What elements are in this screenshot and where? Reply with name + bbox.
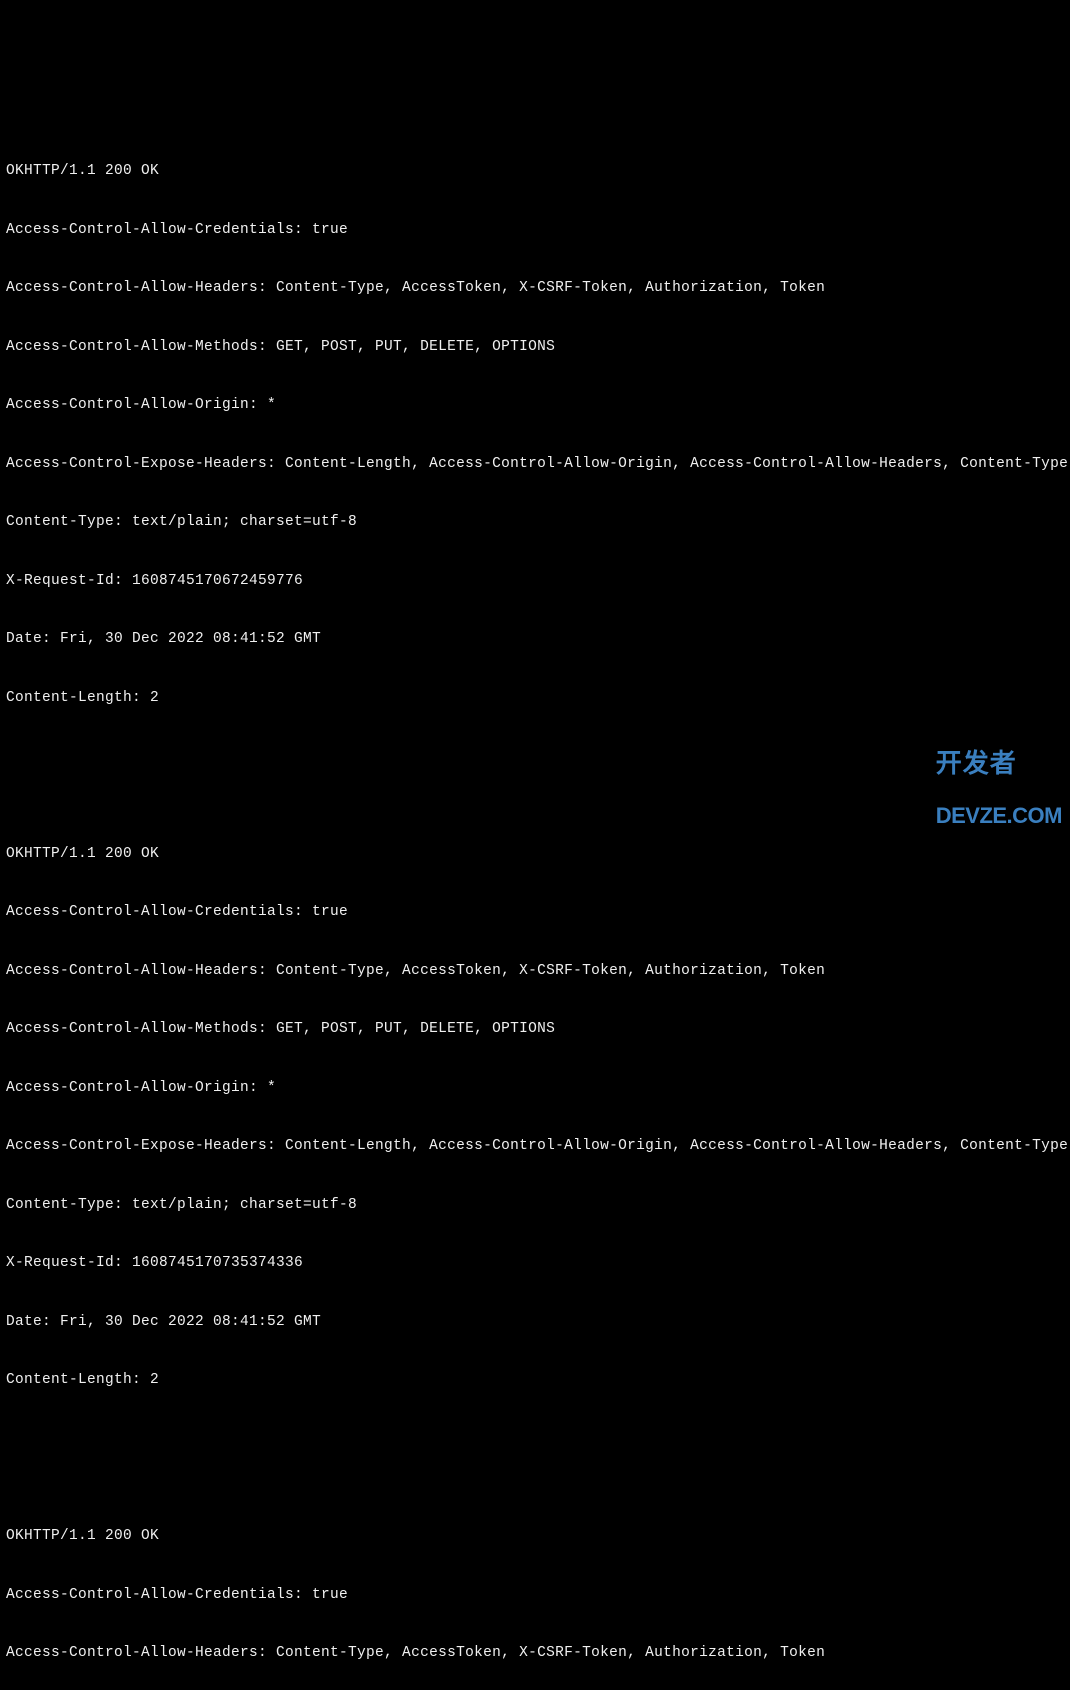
http-header-line: Access-Control-Allow-Headers: Content-Ty… (6, 1644, 1064, 1664)
http-status-line: OKHTTP/1.1 200 OK (6, 162, 1064, 182)
http-header-line: Access-Control-Allow-Headers: Content-Ty… (6, 279, 1064, 299)
http-header-line: Access-Control-Allow-Methods: GET, POST,… (6, 1020, 1064, 1040)
http-header-line: Content-Length: 2 (6, 1371, 1064, 1391)
terminal-output: OKHTTP/1.1 200 OK Access-Control-Allow-C… (6, 84, 1064, 1690)
http-header-line: Access-Control-Allow-Headers: Content-Ty… (6, 962, 1064, 982)
http-header-line: Access-Control-Allow-Origin: * (6, 1079, 1064, 1099)
http-header-line: Content-Type: text/plain; charset=utf-8 (6, 513, 1064, 533)
http-header-line: Date: Fri, 30 Dec 2022 08:41:52 GMT (6, 1313, 1064, 1333)
http-header-line: Access-Control-Allow-Credentials: true (6, 221, 1064, 241)
http-header-line: Access-Control-Allow-Credentials: true (6, 1586, 1064, 1606)
http-status-line: OKHTTP/1.1 200 OK (6, 845, 1064, 865)
http-header-line: Access-Control-Expose-Headers: Content-L… (6, 1137, 1064, 1157)
http-header-line: X-Request-Id: 1608745170672459776 (6, 572, 1064, 592)
http-response-block: OKHTTP/1.1 200 OK Access-Control-Allow-C… (6, 806, 1064, 1430)
http-status-line: OKHTTP/1.1 200 OK (6, 1527, 1064, 1547)
http-header-line: Content-Length: 2 (6, 689, 1064, 709)
http-header-line: Date: Fri, 30 Dec 2022 08:41:52 GMT (6, 630, 1064, 650)
http-header-line: Content-Type: text/plain; charset=utf-8 (6, 1196, 1064, 1216)
http-header-line: Access-Control-Allow-Methods: GET, POST,… (6, 338, 1064, 358)
http-header-line: Access-Control-Allow-Origin: * (6, 396, 1064, 416)
http-header-line: Access-Control-Allow-Credentials: true (6, 903, 1064, 923)
http-header-line: Access-Control-Expose-Headers: Content-L… (6, 455, 1064, 475)
http-header-line: X-Request-Id: 1608745170735374336 (6, 1254, 1064, 1274)
http-response-block: OKHTTP/1.1 200 OK Access-Control-Allow-C… (6, 123, 1064, 747)
http-response-block: OKHTTP/1.1 200 OK Access-Control-Allow-C… (6, 1488, 1064, 1690)
